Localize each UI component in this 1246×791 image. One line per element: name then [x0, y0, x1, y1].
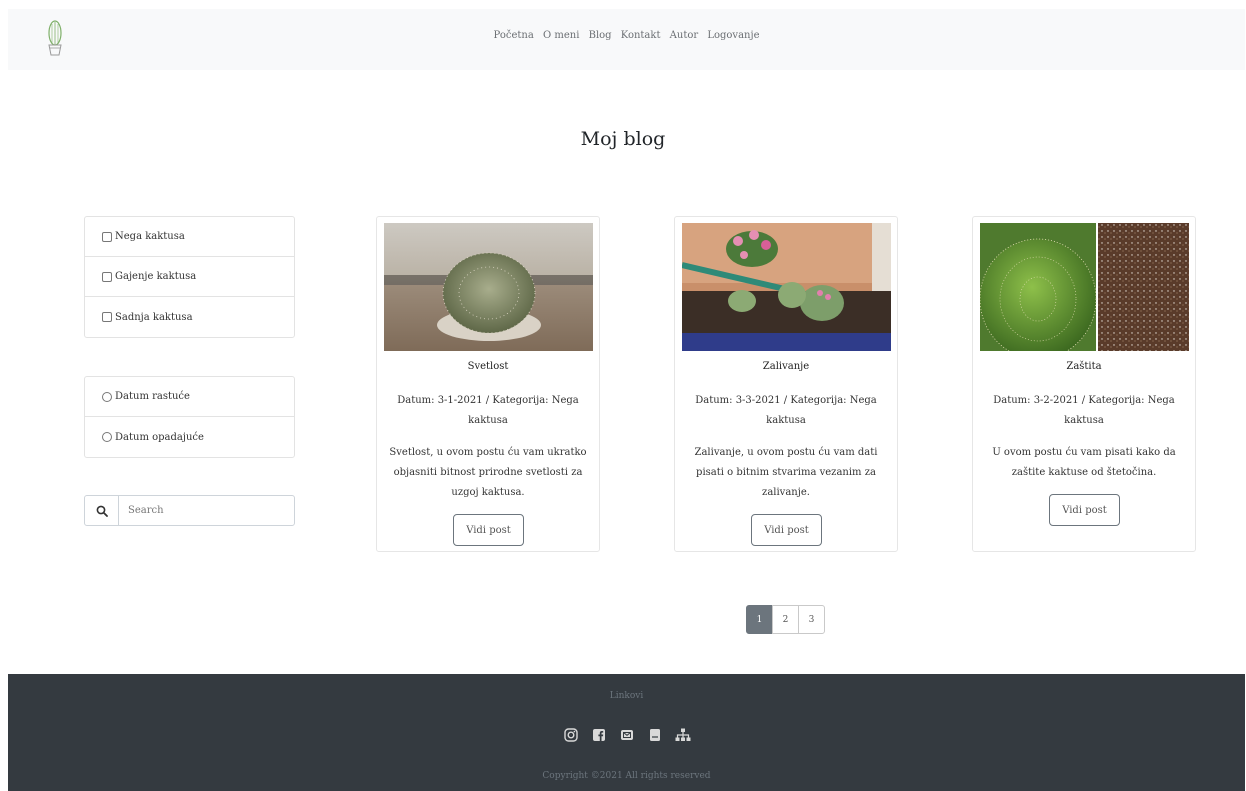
nav-link-kontakt[interactable]: Kontakt	[621, 30, 661, 41]
view-post-button[interactable]: Vidi post	[751, 514, 822, 546]
post-image-zastita	[980, 223, 1189, 351]
nav-link-pocetna[interactable]: Početna	[494, 30, 534, 41]
category-filter-gajenje[interactable]: Gajenje kaktusa	[85, 257, 294, 297]
post-excerpt: Zalivanje, u ovom postu ću vam dati pisa…	[694, 447, 878, 498]
sort-date-descending[interactable]: Datum opadajuće	[85, 417, 294, 457]
document-icon[interactable]	[646, 726, 664, 744]
search-box	[84, 495, 295, 526]
nav-link-logovanje[interactable]: Logovanje	[707, 30, 759, 41]
sitemap-icon[interactable]	[674, 726, 692, 744]
post-title: Zalivanje	[762, 361, 810, 372]
nav-link-autor[interactable]: Autor	[670, 30, 698, 41]
post-card-zalivanje: Zalivanje Datum: 3-3-2021 / Kategorija: …	[674, 216, 898, 552]
page-title: Moj blog	[580, 128, 666, 150]
footer: Linkovi Copyright ©2021 All rights reser…	[8, 674, 1245, 791]
post-excerpt: U ovom postu ću vam pisati kako da zašti…	[992, 447, 1176, 478]
checkbox-icon[interactable]	[102, 231, 112, 242]
view-post-button[interactable]: Vidi post	[453, 514, 524, 546]
radio-icon[interactable]	[102, 391, 112, 402]
main-nav: Početna O meni Blog Kontakt Autor Logova…	[8, 30, 1245, 41]
post-image-zalivanje	[682, 223, 891, 351]
search-input[interactable]	[119, 505, 289, 516]
post-title: Svetlost	[467, 361, 509, 372]
filter-label: Gajenje kaktusa	[115, 271, 197, 282]
pagination: 1 2 3	[746, 605, 825, 634]
view-post-button[interactable]: Vidi post	[1049, 494, 1120, 526]
category-filter-sadnja[interactable]: Sadnja kaktusa	[85, 297, 294, 337]
page-3-button[interactable]: 3	[798, 605, 825, 634]
footer-social-icons	[8, 726, 1245, 744]
navbar: Početna O meni Blog Kontakt Autor Logova…	[8, 9, 1245, 70]
checkbox-icon[interactable]	[102, 312, 112, 322]
email-icon[interactable]	[618, 726, 636, 744]
nav-link-blog[interactable]: Blog	[589, 30, 612, 41]
sort-date-ascending[interactable]: Datum rastuće	[85, 377, 294, 417]
post-card-svetlost: Svetlost Datum: 3-1-2021 / Kategorija: N…	[376, 216, 600, 552]
search-icon	[96, 505, 108, 517]
page-1-button[interactable]: 1	[746, 605, 773, 634]
category-filter-nega[interactable]: Nega kaktusa	[85, 217, 294, 257]
sort-label: Datum opadajuće	[115, 431, 204, 443]
sort-label: Datum rastuće	[115, 391, 190, 402]
checkbox-icon[interactable]	[102, 271, 112, 282]
post-card-zastita: Zaštita Datum: 3-2-2021 / Kategorija: Ne…	[972, 216, 1196, 552]
post-meta: Datum: 3-3-2021 / Kategorija: Nega kaktu…	[695, 395, 877, 426]
instagram-icon[interactable]	[562, 726, 580, 744]
category-filter-group: Nega kaktusa Gajenje kaktusa Sadnja kakt…	[84, 216, 295, 338]
nav-link-o-meni[interactable]: O meni	[543, 30, 579, 41]
post-excerpt: Svetlost, u ovom postu ću vam ukratko ob…	[389, 447, 587, 498]
copyright-text: Copyright ©2021 All rights reserved	[542, 771, 711, 781]
post-meta: Datum: 3-1-2021 / Kategorija: Nega kaktu…	[397, 395, 579, 426]
post-title: Zaštita	[1066, 361, 1102, 372]
radio-icon[interactable]	[102, 432, 112, 442]
facebook-icon[interactable]	[590, 726, 608, 744]
footer-links-label: Linkovi	[609, 691, 644, 701]
page-2-button[interactable]: 2	[772, 605, 799, 634]
search-button[interactable]	[85, 496, 119, 525]
post-meta: Datum: 3-2-2021 / Kategorija: Nega kaktu…	[993, 395, 1175, 426]
filter-label: Sadnja kaktusa	[115, 311, 193, 323]
sort-filter-group: Datum rastuće Datum opadajuće	[84, 376, 295, 458]
filter-label: Nega kaktusa	[115, 231, 185, 242]
post-image-svetlost	[384, 223, 593, 351]
